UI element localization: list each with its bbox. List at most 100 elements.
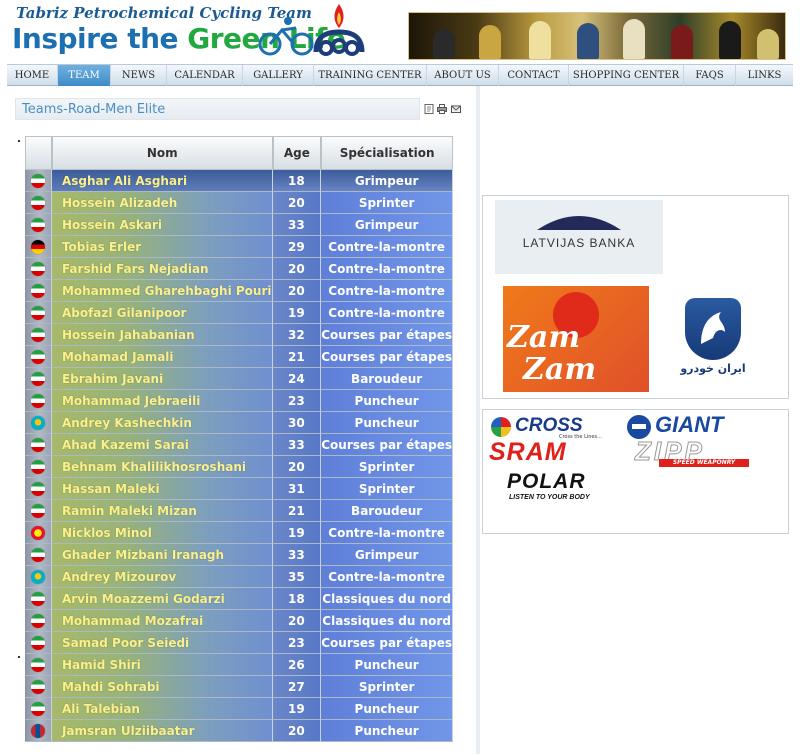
flag-cell [25,434,52,456]
sram-logo[interactable]: SRAM [487,440,623,466]
rider-name[interactable]: Mohammad Mozafrai [51,610,273,632]
rider-name[interactable]: Ghader Mizbani Iranagh [51,544,273,566]
print-icon[interactable] [437,104,447,114]
rider-name[interactable]: Ahad Kazemi Sarai [51,434,273,456]
site-logo[interactable]: Tabriz Petrochemical Cycling Team Inspir… [8,2,368,62]
rider-name[interactable]: Abofazl Gilanipoor [51,302,273,324]
table-row[interactable]: Andrey Mizourov 35 Contre-la-montre [25,566,453,588]
iran-khodro-logo[interactable]: ایران خودرو [673,296,753,384]
rider-age: 35 [272,566,322,588]
rider-name[interactable]: Hassan Maleki [51,478,273,500]
rider-age: 23 [272,390,322,412]
rider-name[interactable]: Hossein Askari [51,214,273,236]
table-row[interactable]: Mahdi Sohrabi 27 Sprinter [25,676,453,698]
table-row[interactable]: Behnam Khalilikhosroshani 20 Sprinter [25,456,453,478]
rider-age: 20 [272,456,322,478]
rider-specialisation: Courses par étapes [321,632,453,654]
table-row[interactable]: Ahad Kazemi Sarai 33 Courses par étapes [25,434,453,456]
rider-name[interactable]: Ebrahim Javani [51,368,273,390]
nav-training-center[interactable]: TRAINING CENTER [314,65,427,86]
rider-name[interactable]: Hossein Jahabanian [51,324,273,346]
rider-name[interactable]: Asghar Ali Asghari [51,170,273,192]
rider-name[interactable]: Arvin Moazzemi Godarzi [51,588,273,610]
cross-logo[interactable]: CROSS Cross the Lines... [489,414,617,440]
rider-name[interactable]: Mohammed Gharehbaghi Pouri [51,280,273,302]
table-row[interactable]: Hamid Shiri 26 Puncheur [25,654,453,676]
col-name-header[interactable]: Nom [51,136,273,170]
rider-name[interactable]: Hamid Shiri [51,654,273,676]
nav-links[interactable]: LINKS [736,65,793,86]
rider-age: 20 [272,280,322,302]
rider-name[interactable]: Andrey Mizourov [51,566,273,588]
flag-cell [25,610,52,632]
table-row[interactable]: Farshid Fars Nejadian 20 Contre-la-montre [25,258,453,280]
rider-age: 20 [272,192,322,214]
rider-name[interactable]: Tobias Erler [51,236,273,258]
rider-name[interactable]: Mahdi Sohrabi [51,676,273,698]
table-row[interactable]: Arvin Moazzemi Godarzi 18 Classiques du no… [25,588,453,610]
table-row[interactable]: Andrey Kashechkin 30 Puncheur [25,412,453,434]
rider-name[interactable]: Nicklos Minol [51,522,273,544]
rider-age: 33 [272,434,322,456]
latvijas-banka-logo[interactable]: LATVIJAS BANKA [495,200,663,274]
nav-calendar[interactable]: CALENDAR [167,65,243,86]
col-age-header[interactable]: Age [272,136,322,170]
zipp-tagline: SPEED WEAPONRY [659,459,749,467]
rider-name[interactable]: Jamsran Ulziibaatar [51,720,273,742]
rider-name[interactable]: Andrey Kashechkin [51,412,273,434]
table-row[interactable]: Nicklos Minol 19 Contre-la-montre [25,522,453,544]
rider-age: 31 [272,478,322,500]
table-row[interactable]: Mohammed Gharehbaghi Pouri 20 Contre-la-mo… [25,280,453,302]
nav-about-us[interactable]: ABOUT US [427,65,499,86]
email-icon[interactable] [451,104,461,114]
rider-specialisation: Sprinter [321,192,453,214]
table-row[interactable]: Ali Talebian 19 Puncheur [25,698,453,720]
rider-name[interactable]: Mohammad Jebraeili [51,390,273,412]
sidebar-divider [476,86,480,754]
nav-contact[interactable]: CONTACT [499,65,569,86]
zipp-logo[interactable]: ZIPP SPEED WEAPONRY [629,440,759,468]
table-row[interactable]: Hossein Alizadeh 20 Sprinter [25,192,453,214]
giant-logo[interactable]: GIANT [625,412,767,440]
nav-home[interactable]: HOME [7,65,58,86]
table-row[interactable]: Ghader Mizbani Iranagh 33 Grimpeur [25,544,453,566]
table-row[interactable]: Jamsran Ulziibaatar 20 Puncheur [25,720,453,742]
table-row[interactable]: Ramin Maleki Mizan 21 Baroudeur [25,500,453,522]
table-row[interactable]: Asghar Ali Asghari 18 Grimpeur [25,170,453,192]
pdf-icon[interactable] [424,104,434,114]
table-row[interactable]: Samad Poor Seiedi 23 Courses par étapes [25,632,453,654]
nav-faqs[interactable]: FAQS [684,65,736,86]
table-row[interactable]: Ebrahim Javani 24 Baroudeur [25,368,453,390]
table-row[interactable]: Tobias Erler 29 Contre-la-montre [25,236,453,258]
rider-name[interactable]: Samad Poor Seiedi [51,632,273,654]
iran-flag-icon [30,679,45,694]
table-row[interactable]: Abofazl Gilanipoor 19 Contre-la-montre [25,302,453,324]
flag-cell [25,632,52,654]
flag-cell [25,368,52,390]
table-row[interactable]: Mohammad Jebraeili 23 Puncheur [25,390,453,412]
iran-flag-icon [30,283,45,298]
flag-cell [25,192,52,214]
rider-name[interactable]: Mohamad Jamali [51,346,273,368]
col-spec-header[interactable]: Spécialisation [321,136,453,170]
rider-name[interactable]: Behnam Khalilikhosroshani [51,456,273,478]
table-row[interactable]: Hossein Askari 33 Grimpeur [25,214,453,236]
rider-name[interactable]: Hossein Alizadeh [51,192,273,214]
table-row[interactable]: Mohammad Mozafrai 20 Classiques du nord [25,610,453,632]
nav-shopping-center[interactable]: SHOPPING CENTER [569,65,684,86]
rider-name[interactable]: Farshid Fars Nejadian [51,258,273,280]
nav-news[interactable]: NEWS [111,65,167,86]
nav-team[interactable]: TEAM [58,65,111,86]
flag-cell [25,522,52,544]
table-row[interactable]: Hassan Maleki 31 Sprinter [25,478,453,500]
rider-name[interactable]: Ramin Maleki Mizan [51,500,273,522]
nav-gallery[interactable]: GALLERY [243,65,314,86]
polar-logo[interactable]: POLAR LISTEN TO YOUR BODY [501,472,613,506]
table-row[interactable]: Hossein Jahabanian 32 Courses par étapes [25,324,453,346]
rider-age: 29 [272,236,322,258]
germany-flag-icon [30,239,45,254]
rider-name[interactable]: Ali Talebian [51,698,273,720]
zamzam-logo[interactable]: Zam Zam [503,286,649,392]
table-row[interactable]: Mohamad Jamali 21 Courses par étapes [25,346,453,368]
flag-cell [25,390,52,412]
